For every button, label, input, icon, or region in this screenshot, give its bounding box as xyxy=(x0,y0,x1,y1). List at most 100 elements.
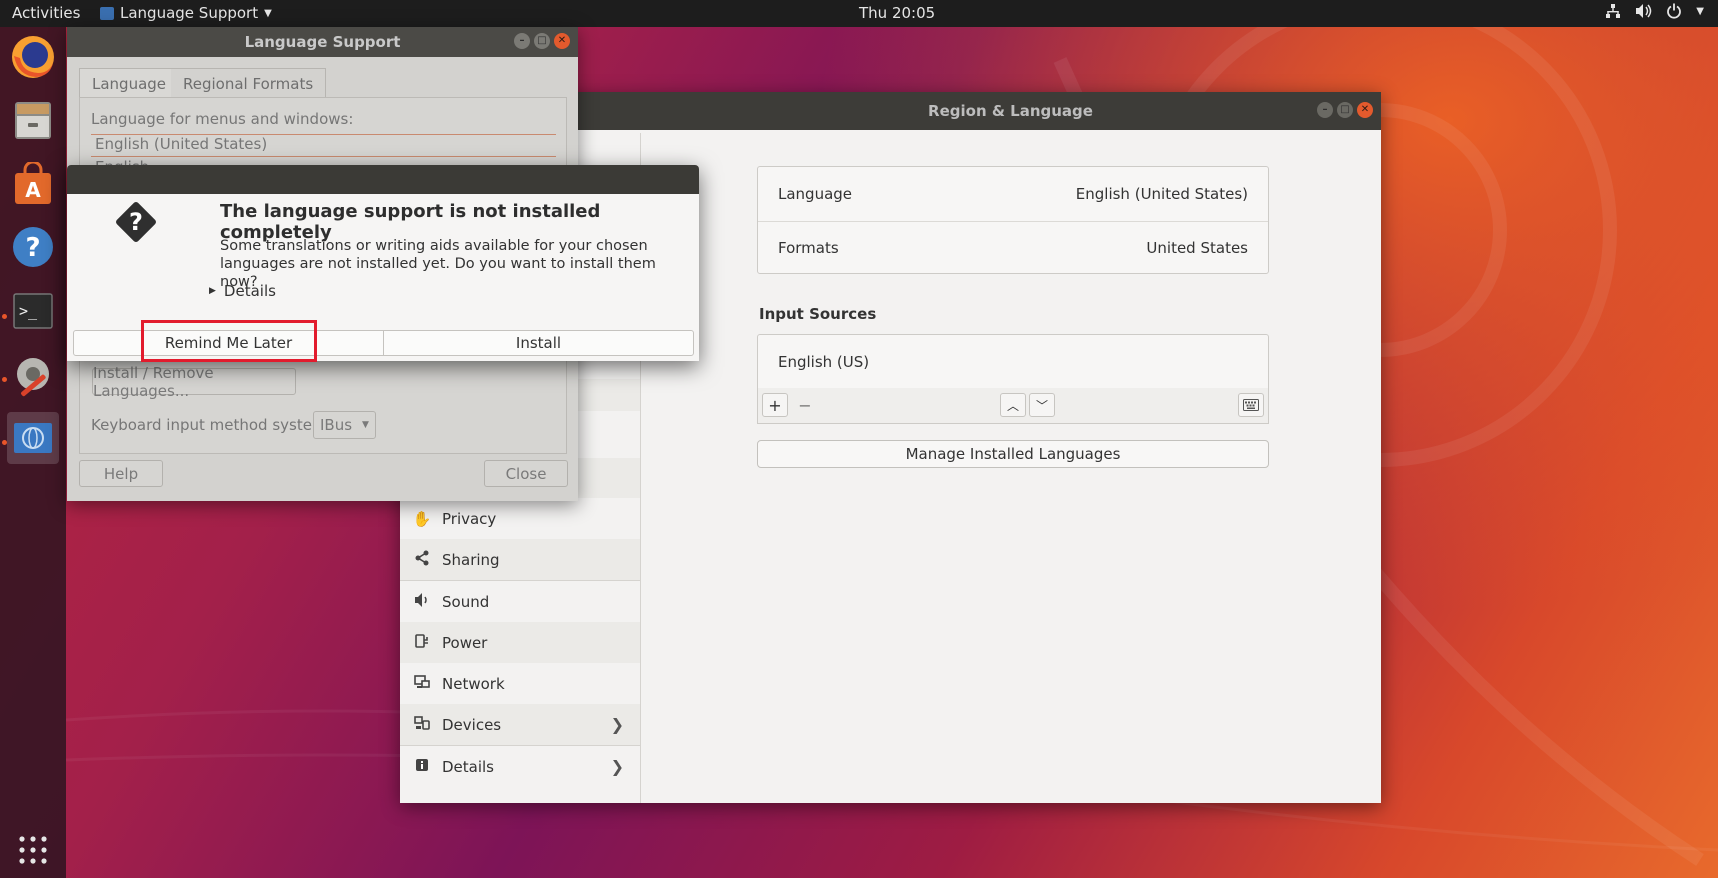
menus-windows-label: Language for menus and windows: xyxy=(91,110,354,128)
language-list-item[interactable]: English (United States) xyxy=(95,135,267,153)
language-label: Language xyxy=(778,184,853,203)
question-icon: ? xyxy=(116,202,156,242)
sidebar-item-sharing[interactable]: Sharing xyxy=(400,539,640,580)
files-launcher[interactable] xyxy=(7,94,59,146)
app-menu-label: Language Support xyxy=(120,4,259,22)
language-row[interactable]: Language English (United States) xyxy=(758,167,1268,220)
network-icon xyxy=(1605,3,1621,23)
help-button[interactable]: Help xyxy=(79,460,163,487)
sidebar-item-devices[interactable]: Devices ❯ xyxy=(400,704,640,745)
system-tray[interactable]: ▼ xyxy=(1605,3,1704,23)
sidebar-item-details[interactable]: Details ❯ xyxy=(400,746,640,787)
speaker-icon xyxy=(412,592,432,612)
dialog-titlebar[interactable] xyxy=(67,165,699,194)
shopping-bag-icon: A xyxy=(15,162,51,204)
firefox-icon xyxy=(12,36,54,78)
sidebar-item-privacy[interactable]: ✋ Privacy xyxy=(400,498,640,539)
input-method-value: IBus xyxy=(320,416,353,434)
sidebar-item-network[interactable]: Network xyxy=(400,663,640,704)
sidebar-item-label: Privacy xyxy=(442,509,497,528)
keyboard-input-method-label: Keyboard input method system: xyxy=(91,416,332,434)
language-value: English (United States) xyxy=(1075,184,1248,203)
clock[interactable]: Thu 20:05 xyxy=(859,4,935,22)
minimize-button[interactable]: – xyxy=(1317,102,1333,118)
terminal-icon: >_ xyxy=(13,293,53,329)
software-launcher[interactable]: A xyxy=(7,158,59,210)
move-down-button[interactable]: ﹀ xyxy=(1029,393,1055,417)
svg-text:>_: >_ xyxy=(19,302,38,320)
terminal-launcher[interactable]: >_ xyxy=(7,285,59,337)
close-window-button[interactable]: ✕ xyxy=(554,33,570,49)
dialog-message-line: Some translations or writing aids availa… xyxy=(220,238,648,254)
keyboard-icon xyxy=(1243,399,1259,411)
keyboard-layout-button[interactable] xyxy=(1238,393,1264,417)
power-icon xyxy=(1666,3,1682,23)
input-source-row[interactable]: English (US) xyxy=(758,335,1268,388)
install-remove-languages-button[interactable]: Install / Remove Languages... xyxy=(92,364,296,400)
add-input-source-button[interactable]: + xyxy=(762,393,788,417)
dialog-message-line: languages are not installed yet. Do you … xyxy=(220,256,656,290)
chevron-down-icon: ▼ xyxy=(362,420,369,430)
divider xyxy=(91,156,556,157)
details-expander[interactable]: ▶ Details xyxy=(209,282,276,300)
sidebar-item-label: Devices xyxy=(442,715,502,734)
devices-icon xyxy=(412,715,432,735)
triangle-right-icon: ▶ xyxy=(209,286,216,296)
window-title: Language Support xyxy=(244,33,401,51)
input-sources-heading: Input Sources xyxy=(759,305,877,323)
formats-row[interactable]: Formats United States xyxy=(758,221,1268,274)
chevron-right-icon: ❯ xyxy=(610,757,624,776)
language-formats-frame: Language English (United States) Formats… xyxy=(757,166,1269,274)
volume-icon xyxy=(1635,3,1652,23)
close-button[interactable]: Close xyxy=(484,460,568,487)
move-up-button[interactable]: ︿ xyxy=(1000,393,1026,417)
remove-input-source-button[interactable]: − xyxy=(792,393,818,417)
tab-regional-formats[interactable]: Regional Formats xyxy=(171,68,327,98)
minimize-button[interactable]: – xyxy=(514,33,530,49)
input-sources-toolbar: + − ︿ ﹀ xyxy=(757,388,1269,424)
chevron-down-icon: ▼ xyxy=(1696,6,1704,17)
formats-value: United States xyxy=(1146,239,1248,257)
activities-button[interactable]: Activities xyxy=(12,4,80,22)
info-icon xyxy=(412,758,432,776)
chevron-down-icon: ▼ xyxy=(264,7,272,19)
help-launcher[interactable]: ? xyxy=(7,221,59,273)
input-sources-list: English (US) xyxy=(757,334,1269,389)
highlight-box xyxy=(141,320,317,362)
window-title: Region & Language xyxy=(928,102,1093,120)
svg-text:A: A xyxy=(25,178,41,202)
sidebar-item-label: Network xyxy=(442,674,505,693)
maximize-button[interactable]: □ xyxy=(1337,102,1353,118)
file-cabinet-icon xyxy=(15,102,51,139)
window-titlebar[interactable]: Language Support – □ ✕ xyxy=(67,27,578,57)
input-method-select[interactable]: IBus ▼ xyxy=(313,411,376,439)
formats-label: Formats xyxy=(778,239,839,257)
svg-text:?: ? xyxy=(129,208,143,236)
region-main-panel: Language English (United States) Formats… xyxy=(641,133,1381,803)
details-label: Details xyxy=(223,282,276,300)
close-window-button[interactable]: ✕ xyxy=(1357,102,1373,118)
tab-language[interactable]: Language xyxy=(79,68,180,98)
sidebar-item-label: Details xyxy=(442,757,495,776)
app-menu[interactable]: Language Support ▼ xyxy=(100,4,272,22)
sidebar-item-label: Power xyxy=(442,633,488,652)
network-icon xyxy=(412,674,432,694)
firefox-launcher[interactable] xyxy=(7,31,59,83)
sidebar-item-power[interactable]: Power xyxy=(400,622,640,663)
sidebar-item-sound[interactable]: Sound xyxy=(400,581,640,622)
dock: A ? >_ xyxy=(0,27,66,878)
top-bar: Activities Language Support ▼ Thu 20:05 … xyxy=(0,0,1718,27)
manage-installed-languages-button[interactable]: Manage Installed Languages xyxy=(757,440,1269,468)
show-applications-button[interactable] xyxy=(7,824,59,876)
sidebar-item-label: Sharing xyxy=(442,550,500,569)
sidebar-item-label: Sound xyxy=(442,592,490,611)
input-source-label: English (US) xyxy=(778,352,870,371)
install-button[interactable]: Install xyxy=(383,331,693,355)
chevron-right-icon: ❯ xyxy=(610,715,624,734)
settings-launcher[interactable] xyxy=(7,348,59,400)
language-support-launcher[interactable] xyxy=(7,412,59,464)
maximize-button[interactable]: □ xyxy=(534,33,550,49)
settings-tools-icon xyxy=(17,358,49,397)
svg-text:?: ? xyxy=(25,233,40,263)
help-icon: ? xyxy=(13,227,53,267)
